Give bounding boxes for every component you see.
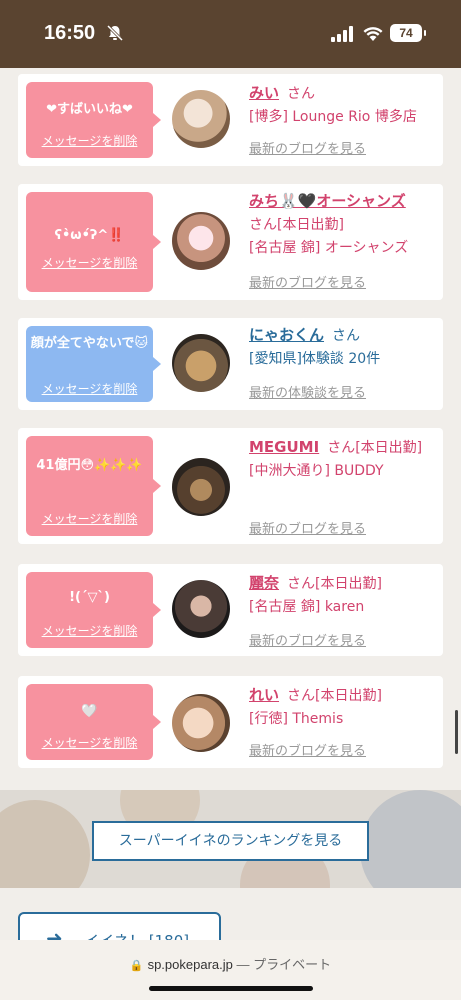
message-text: !(´▽`) xyxy=(69,590,110,605)
shop-detail: [名古屋 錦] オーシャンズ xyxy=(249,240,409,256)
member-name-link[interactable]: にゃおくん xyxy=(249,326,324,344)
message-bubble: ❤すばいいね❤ メッセージを削除 xyxy=(26,82,161,158)
member-name-link[interactable]: みい xyxy=(249,84,279,102)
message-text: ʕ•̀ω•́ʔ^‼️ xyxy=(54,228,125,243)
private-label: — プライベート xyxy=(236,957,332,972)
message-text: 🤍 xyxy=(81,704,98,719)
san-label: さん xyxy=(287,688,316,704)
work-status: [本日出勤] xyxy=(355,440,423,456)
shop-detail: [行徳] Themis xyxy=(249,711,344,727)
san-label: さん xyxy=(332,328,361,344)
latest-blog-link[interactable]: 最新のブログを見る xyxy=(249,272,366,291)
latest-blog-link[interactable]: 最新のブログを見る xyxy=(249,630,366,649)
list-item: 顔が全てやないで🐱 メッセージを削除 にゃおくん さん [愛知県]体験談 20件 … xyxy=(18,318,443,410)
work-status: [本日出勤] xyxy=(277,217,344,233)
latest-blog-link[interactable]: 最新のブログを見る xyxy=(249,138,366,157)
san-label: さん xyxy=(249,217,277,233)
avatar[interactable] xyxy=(172,458,230,516)
scrollbar[interactable] xyxy=(455,710,458,754)
entry-info: みい さん [博多] Lounge Rio 博多店 xyxy=(249,82,437,129)
message-bubble: !(´▽`) メッセージを削除 xyxy=(26,572,161,648)
message-bubble: ʕ•̀ω•́ʔ^‼️ メッセージを削除 xyxy=(26,192,161,292)
message-bubble: 41億円😳✨✨✨ メッセージを削除 xyxy=(26,436,161,536)
entry-info: MEGUMI さん[本日出勤] [中洲大通り] BUDDY xyxy=(249,436,437,483)
member-name-link[interactable]: MEGUMI xyxy=(249,438,319,456)
san-label: さん xyxy=(287,86,316,102)
message-bubble: 🤍 メッセージを削除 xyxy=(26,684,161,760)
wifi-icon xyxy=(363,27,383,41)
entry-info: 麗奈 さん[本日出勤] [名古屋 錦] karen xyxy=(249,572,437,619)
delete-message-link[interactable]: メッセージを削除 xyxy=(26,254,153,271)
list-item: ❤すばいいね❤ メッセージを削除 みい さん [博多] Lounge Rio 博多… xyxy=(18,74,443,166)
status-bar: 16:50 74 xyxy=(0,0,461,68)
entry-info: れい さん[本日出勤] [行徳] Themis xyxy=(249,684,437,731)
work-status: [本日出勤] xyxy=(315,576,382,592)
ranking-button[interactable]: スーパーイイネのランキングを見る xyxy=(92,821,369,861)
bell-muted-icon xyxy=(106,24,124,42)
battery-icon: 74 xyxy=(390,24,426,42)
address-bar[interactable]: 🔒 sp.pokepara.jp — プライベート xyxy=(0,940,461,1000)
entry-info: みち🐰🖤オーシャンズ さん[本日出勤] [名古屋 錦] オーシャンズ xyxy=(249,190,437,260)
san-label: さん xyxy=(287,576,316,592)
shop-detail: [博多] Lounge Rio 博多店 xyxy=(249,109,417,125)
address-domain: sp.pokepara.jp xyxy=(147,957,233,972)
work-status: [本日出勤] xyxy=(315,688,382,704)
lock-icon: 🔒 xyxy=(129,960,144,972)
delete-message-link[interactable]: メッセージを削除 xyxy=(26,132,153,149)
banner-decoration xyxy=(360,790,461,888)
banner-decoration xyxy=(0,800,90,888)
list-item: !(´▽`) メッセージを削除 麗奈 さん[本日出勤] [名古屋 錦] karen… xyxy=(18,564,443,656)
entry-info: にゃおくん さん [愛知県]体験談 20件 xyxy=(249,324,437,371)
shop-detail: [名古屋 錦] karen xyxy=(249,599,365,615)
avatar[interactable] xyxy=(172,90,230,148)
list-item: ʕ•̀ω•́ʔ^‼️ メッセージを削除 みち🐰🖤オーシャンズ さん[本日出勤] … xyxy=(18,184,443,300)
avatar[interactable] xyxy=(172,694,230,752)
shop-detail: [愛知県]体験談 20件 xyxy=(249,351,381,367)
address-text: 🔒 sp.pokepara.jp — プライベート xyxy=(0,954,461,973)
avatar[interactable] xyxy=(172,212,230,270)
member-name-link[interactable]: みち🐰🖤オーシャンズ xyxy=(249,192,406,210)
delete-message-link[interactable]: メッセージを削除 xyxy=(26,734,153,751)
message-text: 41億円😳✨✨✨ xyxy=(36,458,143,473)
shop-detail: [中洲大通り] BUDDY xyxy=(249,463,384,479)
status-time: 16:50 xyxy=(44,22,96,44)
delete-message-link[interactable]: メッセージを削除 xyxy=(26,380,153,397)
san-label: さん xyxy=(327,440,356,456)
delete-message-link[interactable]: メッセージを削除 xyxy=(26,622,153,639)
list-item: 🤍 メッセージを削除 れい さん[本日出勤] [行徳] Themis 最新のブログ… xyxy=(18,676,443,768)
signal-icon xyxy=(331,26,353,42)
latest-blog-link[interactable]: 最新のブログを見る xyxy=(249,518,366,537)
member-name-link[interactable]: れい xyxy=(249,686,279,704)
latest-review-link[interactable]: 最新の体験談を見る xyxy=(249,382,366,401)
member-name-link[interactable]: 麗奈 xyxy=(249,574,279,592)
avatar[interactable] xyxy=(172,334,230,392)
message-text: 顔が全てやないで🐱 xyxy=(30,336,149,351)
list-item: 41億円😳✨✨✨ メッセージを削除 MEGUMI さん[本日出勤] [中洲大通り]… xyxy=(18,428,443,544)
message-bubble: 顔が全てやないで🐱 メッセージを削除 xyxy=(26,326,161,402)
message-text: ❤すばいいね❤ xyxy=(46,102,133,117)
latest-blog-link[interactable]: 最新のブログを見る xyxy=(249,740,366,759)
avatar[interactable] xyxy=(172,580,230,638)
home-indicator[interactable] xyxy=(149,986,313,991)
delete-message-link[interactable]: メッセージを削除 xyxy=(26,510,153,527)
